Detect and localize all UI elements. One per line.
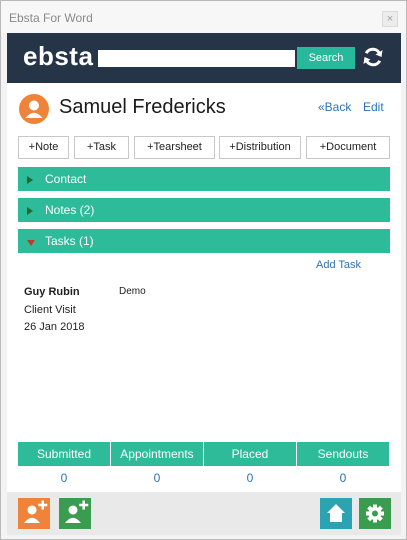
stat-sendouts: Sendouts 0	[297, 442, 390, 492]
section-contact-label: Contact	[45, 172, 87, 186]
section-notes-label: Notes (2)	[45, 203, 95, 217]
add-contact-orange-button[interactable]	[18, 498, 50, 529]
stat-appointments: Appointments 0	[111, 442, 204, 492]
back-link[interactable]: «Back	[318, 100, 351, 114]
stat-value[interactable]: 0	[204, 466, 296, 490]
tasks-panel: Add Task Guy Rubin Demo Client Visit 26 …	[18, 258, 390, 438]
main-panel: Samuel Fredericks «Back Edit +Note +Task…	[7, 83, 401, 535]
add-task-button[interactable]: +Task	[74, 136, 129, 159]
window-title: Ebsta For Word	[9, 11, 93, 25]
stats-bar: Submitted 0 Appointments 0 Placed 0 Send…	[18, 442, 390, 492]
stat-label: Placed	[204, 442, 296, 466]
stat-value[interactable]: 0	[18, 466, 110, 490]
person-icon	[19, 94, 49, 124]
stat-submitted: Submitted 0	[18, 442, 111, 492]
title-bar: Ebsta For Word ×	[1, 1, 406, 33]
section-tasks-label: Tasks (1)	[45, 234, 94, 248]
search-button[interactable]: Search	[297, 47, 355, 69]
home-button[interactable]	[320, 498, 352, 529]
stat-label: Submitted	[18, 442, 110, 466]
section-contact[interactable]: Contact	[18, 167, 390, 191]
task-tag: Demo	[119, 286, 146, 297]
stat-value[interactable]: 0	[297, 466, 389, 490]
refresh-icon[interactable]	[361, 45, 385, 69]
task-person[interactable]: Guy Rubin	[24, 286, 80, 298]
add-document-button[interactable]: +Document	[306, 136, 390, 159]
add-distribution-button[interactable]: +Distribution	[219, 136, 301, 159]
task-date: 26 Jan 2018	[24, 321, 85, 333]
close-button[interactable]: ×	[382, 11, 398, 27]
add-tearsheet-button[interactable]: +Tearsheet	[134, 136, 215, 159]
stat-value[interactable]: 0	[111, 466, 203, 490]
app-window: Ebsta For Word × ebsta Search Samuel Fre…	[0, 0, 407, 540]
app-header: ebsta Search	[7, 33, 401, 83]
add-contact-green-button[interactable]	[59, 498, 91, 529]
edit-link[interactable]: Edit	[363, 100, 384, 114]
task-type: Client Visit	[24, 304, 76, 316]
stat-label: Appointments	[111, 442, 203, 466]
settings-button[interactable]	[359, 498, 391, 529]
footer-toolbar	[7, 492, 401, 535]
ebsta-logo: ebsta	[23, 41, 94, 71]
caret-right-icon	[26, 174, 34, 188]
caret-right-icon	[26, 205, 34, 219]
add-task-link[interactable]: Add Task	[316, 259, 361, 271]
contact-name: Samuel Fredericks	[59, 96, 226, 118]
caret-down-icon	[26, 236, 36, 250]
add-note-button[interactable]: +Note	[18, 136, 69, 159]
stat-placed: Placed 0	[204, 442, 297, 492]
stat-label: Sendouts	[297, 442, 389, 466]
search-input[interactable]	[98, 50, 295, 67]
section-tasks[interactable]: Tasks (1)	[18, 229, 390, 253]
section-notes[interactable]: Notes (2)	[18, 198, 390, 222]
